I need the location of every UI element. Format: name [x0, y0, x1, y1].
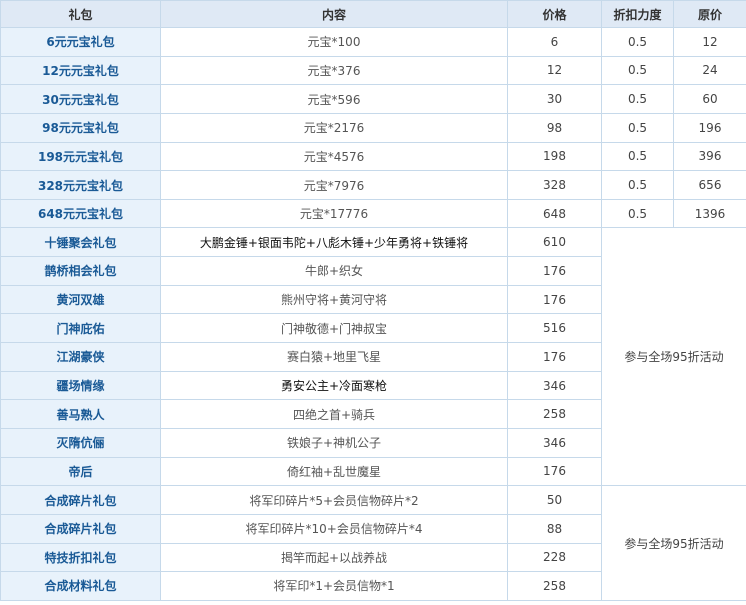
- table-row: 6元元宝礼包 元宝*100 6 0.5 12: [0, 27, 746, 57]
- pack-original-price: 60: [673, 84, 746, 114]
- pack-name: 648元元宝礼包: [0, 198, 161, 229]
- gift-pack-table: 礼包 内容 价格 折扣力度 原价 6元元宝礼包 元宝*100 6 0.5 12 …: [0, 0, 746, 601]
- pack-name: 328元元宝礼包: [0, 170, 161, 200]
- table-row: 98元元宝礼包 元宝*2176 98 0.5 196: [0, 112, 746, 143]
- pack-discount: 0.5: [601, 170, 674, 200]
- pack-price: 328: [507, 170, 602, 200]
- promo-note-group-2: 参与全场95折活动: [601, 485, 746, 601]
- pack-original-price: 24: [673, 55, 746, 86]
- pack-price: 198: [507, 141, 602, 172]
- table-header-row: 礼包 内容 价格 折扣力度 原价: [0, 0, 746, 28]
- pack-price: 346: [507, 370, 602, 401]
- pack-name: 合成碎片礼包: [0, 513, 161, 544]
- header-discount: 折扣力度: [601, 0, 674, 28]
- pack-content: 赛白猿+地里飞星: [160, 342, 508, 372]
- table-row: 合成碎片礼包 将军印碎片*5+会员信物碎片*2 50 参与全场95折活动: [0, 485, 746, 601]
- pack-discount: 0.5: [601, 27, 674, 57]
- pack-discount: 0.5: [601, 112, 674, 143]
- pack-name: 合成材料礼包: [0, 571, 161, 601]
- pack-price: 176: [507, 456, 602, 487]
- pack-content: 元宝*596: [160, 84, 508, 114]
- table-row: 30元元宝礼包 元宝*596 30 0.5 60: [0, 84, 746, 114]
- header-original-price: 原价: [673, 0, 746, 28]
- pack-content: 将军印碎片*5+会员信物碎片*2: [160, 485, 508, 515]
- pack-price: 516: [507, 313, 602, 344]
- table-row: 十锤聚会礼包 大鹏金锤+银面韦陀+八彪木锤+少年勇将+铁锤将 610 参与全场9…: [0, 227, 746, 487]
- pack-name: 6元元宝礼包: [0, 27, 161, 57]
- pack-price: 88: [507, 513, 602, 544]
- pack-content: 揭竿而起+以战养战: [160, 542, 508, 573]
- pack-name: 门神庇佑: [0, 313, 161, 344]
- pack-content: 门神敬德+门神叔宝: [160, 313, 508, 344]
- pack-name: 疆场情缘: [0, 370, 161, 401]
- pack-name: 98元元宝礼包: [0, 112, 161, 143]
- pack-content: 元宝*7976: [160, 170, 508, 200]
- pack-price: 6: [507, 27, 602, 57]
- pack-price: 258: [507, 399, 602, 429]
- pack-discount: 0.5: [601, 84, 674, 114]
- pack-price: 176: [507, 342, 602, 372]
- pack-name: 合成碎片礼包: [0, 485, 161, 515]
- pack-content: 元宝*2176: [160, 112, 508, 143]
- pack-price: 258: [507, 571, 602, 601]
- pack-content: 将军印*1+会员信物*1: [160, 571, 508, 601]
- pack-name: 30元元宝礼包: [0, 84, 161, 114]
- pack-name: 十锤聚会礼包: [0, 227, 161, 258]
- pack-price: 12: [507, 55, 602, 86]
- pack-price: 228: [507, 542, 602, 573]
- table-row: 648元元宝礼包 元宝*17776 648 0.5 1396: [0, 198, 746, 229]
- pack-content: 元宝*100: [160, 27, 508, 57]
- table-row: 12元元宝礼包 元宝*376 12 0.5 24: [0, 55, 746, 86]
- pack-discount: 0.5: [601, 55, 674, 86]
- pack-name: 鹊桥相会礼包: [0, 256, 161, 286]
- pack-name: 江湖豪侠: [0, 342, 161, 372]
- pack-content: 将军印碎片*10+会员信物碎片*4: [160, 513, 508, 544]
- pack-content: 元宝*17776: [160, 198, 508, 229]
- pack-name: 善马熟人: [0, 399, 161, 429]
- pack-content: 铁娘子+神机公子: [160, 427, 508, 458]
- pack-original-price: 396: [673, 141, 746, 172]
- pack-price: 176: [507, 256, 602, 286]
- table-row: 198元元宝礼包 元宝*4576 198 0.5 396: [0, 141, 746, 172]
- header-content: 内容: [160, 0, 508, 28]
- pack-price: 98: [507, 112, 602, 143]
- pack-discount: 0.5: [601, 198, 674, 229]
- pack-discount: 0.5: [601, 141, 674, 172]
- pack-name: 198元元宝礼包: [0, 141, 161, 172]
- table-row: 328元元宝礼包 元宝*7976 328 0.5 656: [0, 170, 746, 200]
- pack-content: 元宝*4576: [160, 141, 508, 172]
- pack-original-price: 196: [673, 112, 746, 143]
- pack-name: 12元元宝礼包: [0, 55, 161, 86]
- pack-content: 熊州守将+黄河守将: [160, 284, 508, 315]
- pack-original-price: 656: [673, 170, 746, 200]
- pack-content: 倚红袖+乱世魔星: [160, 456, 508, 487]
- pack-price: 346: [507, 427, 602, 458]
- pack-price: 610: [507, 227, 602, 258]
- pack-content: 四绝之首+骑兵: [160, 399, 508, 429]
- promo-note-group-1: 参与全场95折活动: [601, 227, 746, 487]
- pack-price: 50: [507, 485, 602, 515]
- pack-name: 灭隋伉俪: [0, 427, 161, 458]
- pack-content: 牛郎+织女: [160, 256, 508, 286]
- pack-name: 黄河双雄: [0, 284, 161, 315]
- pack-content: 勇安公主+冷面寒枪: [160, 370, 508, 401]
- pack-content: 元宝*376: [160, 55, 508, 86]
- pack-original-price: 12: [673, 27, 746, 57]
- pack-original-price: 1396: [673, 198, 746, 229]
- pack-price: 176: [507, 284, 602, 315]
- pack-price: 648: [507, 198, 602, 229]
- pack-price: 30: [507, 84, 602, 114]
- pack-name: 特技折扣礼包: [0, 542, 161, 573]
- pack-name: 帝后: [0, 456, 161, 487]
- pack-content: 大鹏金锤+银面韦陀+八彪木锤+少年勇将+铁锤将: [160, 227, 508, 258]
- header-price: 价格: [507, 0, 602, 28]
- header-pack: 礼包: [0, 0, 161, 28]
